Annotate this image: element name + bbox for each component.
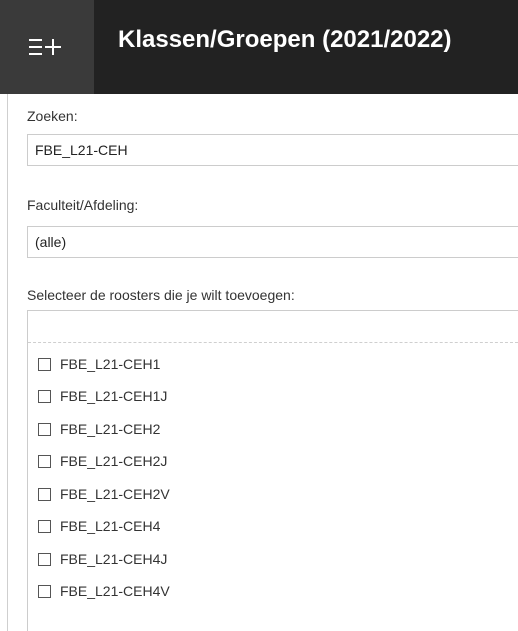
schedules-label: Selecteer de roosters die je wilt toevoe… <box>27 287 295 303</box>
checkbox[interactable] <box>38 454 51 468</box>
page-header: Klassen/Groepen (2021/2022) <box>0 0 518 94</box>
schedule-item[interactable]: FBE_L21-CEH2V <box>38 482 170 506</box>
faculty-select[interactable]: (alle) <box>27 226 518 258</box>
checkbox[interactable] <box>38 552 51 566</box>
checkbox[interactable] <box>38 389 51 403</box>
faculty-label: Faculteit/Afdeling: <box>27 197 139 213</box>
panel-border <box>7 94 8 631</box>
schedules-filter-input[interactable] <box>28 311 518 343</box>
add-to-list-icon <box>29 35 65 59</box>
add-to-list-button[interactable] <box>0 0 94 94</box>
schedule-item[interactable]: FBE_L21-CEH1 <box>38 352 160 376</box>
checkbox[interactable] <box>38 357 51 371</box>
checkbox[interactable] <box>38 422 51 436</box>
search-label: Zoeken: <box>27 108 78 124</box>
schedule-item-label: FBE_L21-CEH2J <box>60 453 168 469</box>
checkbox[interactable] <box>38 487 51 501</box>
schedule-item[interactable]: FBE_L21-CEH1J <box>38 384 167 408</box>
schedule-item[interactable]: FBE_L21-CEH2 <box>38 417 160 441</box>
checkbox[interactable] <box>38 519 51 533</box>
schedule-item-label: FBE_L21-CEH4J <box>60 551 168 567</box>
search-input[interactable]: FBE_L21-CEH <box>27 134 518 166</box>
schedule-item[interactable]: FBE_L21-CEH4 <box>38 514 160 538</box>
checkbox[interactable] <box>38 584 51 598</box>
schedule-item[interactable]: FBE_L21-CEH4V <box>38 579 170 603</box>
schedule-item-label: FBE_L21-CEH2 <box>60 421 161 437</box>
schedule-item-label: FBE_L21-CEH1J <box>60 388 168 404</box>
page-title: Klassen/Groepen (2021/2022) <box>118 26 452 53</box>
schedule-item-label: FBE_L21-CEH4V <box>60 583 170 599</box>
schedules-listbox[interactable]: FBE_L21-CEH1 FBE_L21-CEH1J FBE_L21-CEH2 … <box>27 310 518 631</box>
schedule-item[interactable]: FBE_L21-CEH2J <box>38 449 167 473</box>
schedule-item-label: FBE_L21-CEH2V <box>60 486 170 502</box>
schedule-item[interactable]: FBE_L21-CEH4J <box>38 547 167 571</box>
schedule-item-label: FBE_L21-CEH1 <box>60 356 161 372</box>
schedule-item-label: FBE_L21-CEH4 <box>60 518 161 534</box>
